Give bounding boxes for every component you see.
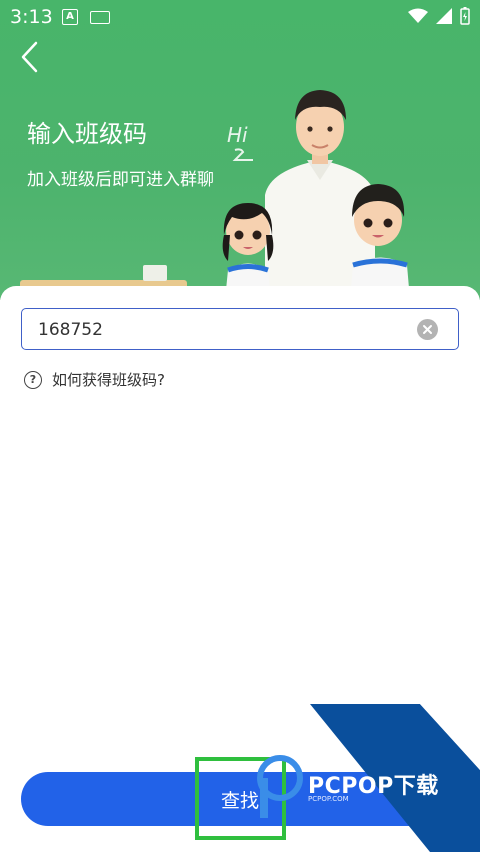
watermark-small: PCPOP.COM [308,795,349,803]
page-title: 输入班级码 [27,120,147,148]
signal-icon [436,8,452,24]
highlight-box [195,757,286,840]
keyboard-icon [90,11,110,24]
class-code-field[interactable] [21,308,459,351]
back-button[interactable] [16,40,46,74]
question-icon: ? [24,370,42,389]
page-subtitle: 加入班级后即可进入群聊 [27,170,214,190]
help-link[interactable]: ? 如何获得班级码? [24,369,165,390]
class-code-input[interactable] [36,309,410,351]
battery-icon [460,7,470,25]
teacher-students-illustration [222,90,410,300]
clear-input-button[interactable] [417,319,438,340]
status-icons [408,7,470,25]
notification-a-icon: A [62,9,78,25]
header-banner: 3:13 A 输入班级码 加入班级后即可进入群聊 Hi [0,0,480,300]
chevron-left-icon [21,41,38,73]
cup-decoration [143,265,167,281]
help-link-label: 如何获得班级码? [52,371,165,389]
status-time: 3:13 [10,6,53,28]
wifi-icon [408,8,428,23]
close-icon [423,325,432,334]
status-bar: 3:13 A [0,0,480,34]
